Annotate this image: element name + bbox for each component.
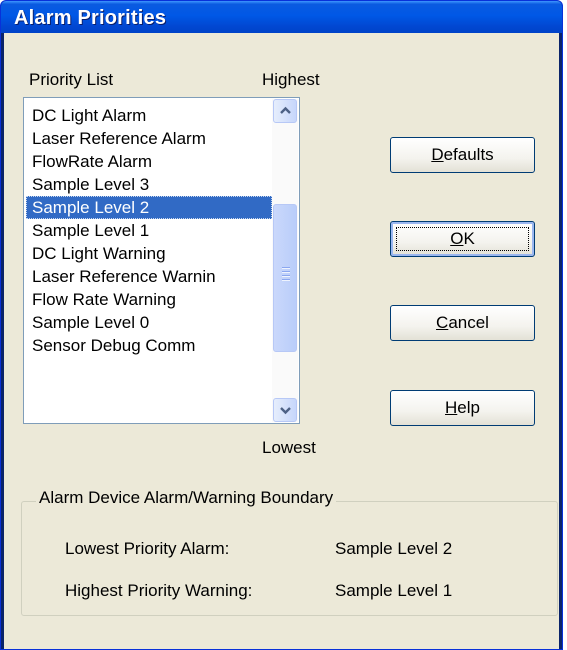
focus-rectangle (396, 227, 529, 251)
defaults-mnemonic: D (431, 145, 444, 164)
ok-button[interactable]: OK (390, 221, 535, 257)
list-item[interactable]: Flow Rate Warning (26, 288, 272, 311)
cancel-button[interactable]: Cancel (390, 305, 535, 341)
scroll-up-button[interactable] (273, 99, 297, 123)
lowest-alarm-label: Lowest Priority Alarm: (65, 539, 230, 558)
priority-list-label: Priority List (29, 70, 114, 89)
list-item[interactable]: Sample Level 3 (26, 173, 272, 196)
defaults-label-rest: efaults (443, 145, 494, 164)
grip-icon (282, 275, 290, 276)
highest-warning-value: Sample Level 1 (335, 581, 453, 600)
highest-warning-label: Highest Priority Warning: (65, 581, 253, 600)
window-title: Alarm Priorities (14, 7, 167, 29)
priority-items: DC Light Alarm Laser Reference Alarm FlowR… (26, 104, 272, 357)
scroll-down-button[interactable] (273, 398, 297, 422)
list-item[interactable]: Laser Reference Alarm (26, 127, 272, 150)
help-label-rest: elp (457, 398, 480, 417)
chevron-down-icon (279, 407, 291, 415)
chevron-up-icon (279, 106, 291, 114)
list-item[interactable]: DC Light Alarm (26, 104, 272, 127)
list-item[interactable]: Sample Level 0 (26, 311, 272, 334)
help-mnemonic: H (445, 398, 458, 417)
highest-label: Highest (262, 70, 320, 89)
list-item[interactable]: Sample Level 2 (26, 196, 272, 219)
lowest-alarm-value: Sample Level 2 (335, 539, 453, 558)
list-item[interactable]: Sensor Debug Comm (26, 334, 272, 357)
grip-icon (282, 267, 290, 268)
boundary-groupbox-title: Alarm Device Alarm/Warning Boundary (36, 488, 337, 508)
scroll-thumb[interactable] (273, 204, 297, 352)
priority-listbox[interactable]: DC Light Alarm Laser Reference Alarm FlowR… (23, 97, 300, 424)
vertical-scrollbar[interactable] (272, 99, 298, 422)
cancel-label-rest: ancel (448, 313, 489, 332)
lowest-label: Lowest (262, 438, 316, 457)
list-item[interactable]: FlowRate Alarm (26, 150, 272, 173)
title-bar[interactable]: Alarm Priorities (1, 1, 562, 33)
grip-icon (282, 279, 290, 280)
cancel-mnemonic: C (436, 313, 449, 332)
list-item[interactable]: DC Light Warning (26, 242, 272, 265)
list-item[interactable]: Sample Level 1 (26, 219, 272, 242)
grip-icon (282, 271, 290, 272)
list-item[interactable]: Laser Reference Warnin (26, 265, 272, 288)
help-button[interactable]: Help (390, 390, 535, 426)
defaults-button[interactable]: Defaults (390, 137, 535, 173)
